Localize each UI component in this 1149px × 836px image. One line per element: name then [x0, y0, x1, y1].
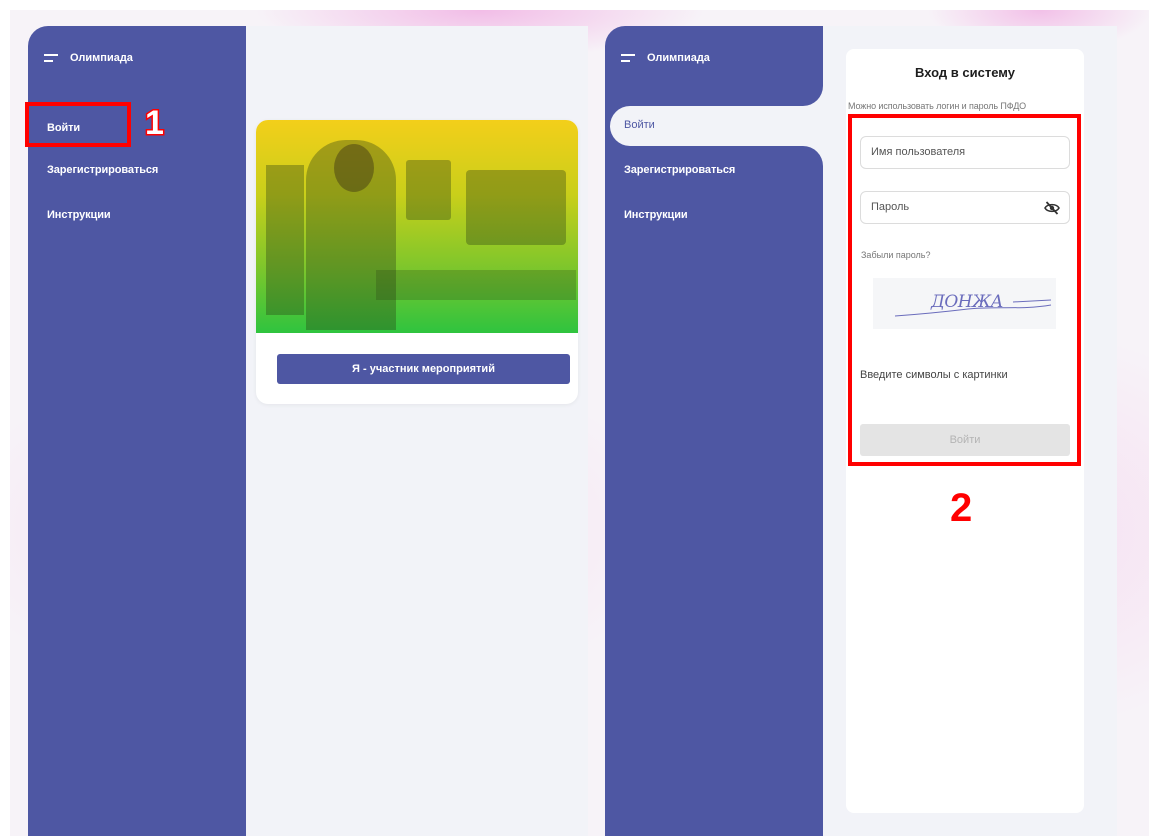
- sidebar-item-login-active[interactable]: Войти: [610, 106, 823, 146]
- highlight-box-1: [25, 102, 131, 147]
- tab-curve: [803, 86, 823, 106]
- sidebar-item-instructions[interactable]: Инструкции: [624, 209, 688, 221]
- menu-icon[interactable]: [44, 53, 58, 63]
- sidebar-header[interactable]: Олимпиада: [621, 52, 710, 64]
- main-content: Я - участник мероприятий: [246, 26, 588, 836]
- sidebar-item-register[interactable]: Зарегистрироваться: [624, 164, 735, 176]
- login-subtitle: Можно использовать логин и пароль ПФДО: [848, 101, 1027, 111]
- participant-button[interactable]: Я - участник мероприятий: [277, 354, 570, 384]
- sidebar-item-register[interactable]: Зарегистрироваться: [47, 164, 158, 176]
- sidebar-header[interactable]: Олимпиада: [44, 52, 133, 64]
- sidebar: Олимпиада Войти Зарегистрироваться Инстр…: [28, 26, 246, 836]
- annotation-marker-2: 2: [950, 486, 973, 530]
- sidebar-item-instructions[interactable]: Инструкции: [47, 209, 111, 221]
- sidebar: Олимпиада Войти Зарегистрироваться Инстр…: [605, 26, 823, 836]
- annotation-marker-1: 1: [144, 103, 166, 144]
- app-window-menu: Олимпиада Войти Зарегистрироваться Инстр…: [28, 26, 588, 836]
- highlight-box-2: [848, 114, 1081, 466]
- card-photo: [256, 120, 578, 333]
- menu-icon[interactable]: [621, 53, 635, 63]
- login-title: Вход в систему: [915, 65, 1015, 80]
- tab-curve: [803, 146, 823, 166]
- participant-card: Я - участник мероприятий: [256, 120, 578, 404]
- app-title: Олимпиада: [70, 52, 133, 64]
- app-title: Олимпиада: [647, 52, 710, 64]
